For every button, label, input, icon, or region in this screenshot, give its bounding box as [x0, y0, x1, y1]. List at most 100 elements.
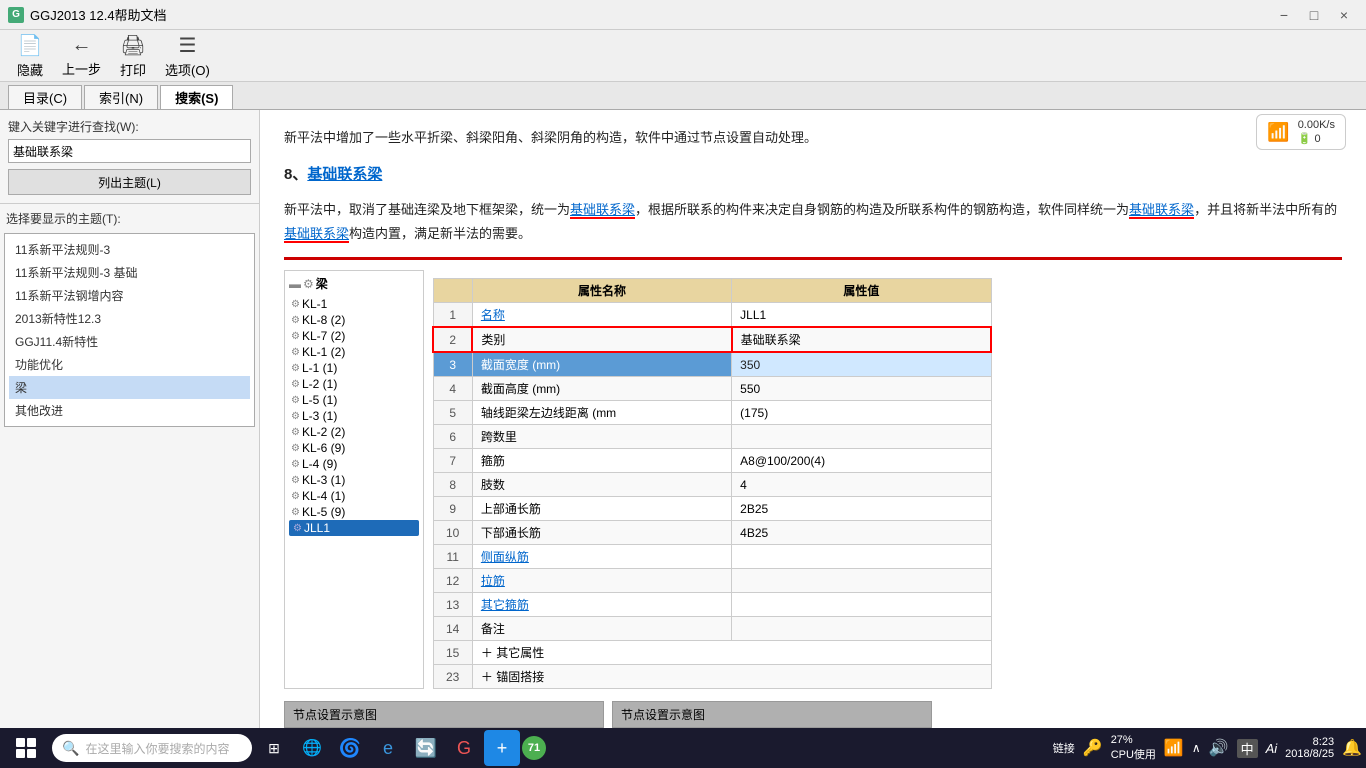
row-num-15: 15 — [433, 641, 472, 665]
title-bar: G GGJ2013 12.4帮助文档 − □ × — [0, 0, 1366, 30]
table-row-highlighted: 3 截面宽度 (mm) 350 — [433, 352, 991, 377]
beam-node-kl7[interactable]: ⚙ KL-7 (2) — [289, 328, 419, 344]
search-circle-icon: 🔍 — [62, 740, 79, 757]
row-num-5: 5 — [433, 401, 472, 425]
app-icon-4[interactable]: G — [446, 730, 482, 766]
beam-node-l4[interactable]: ⚙ L-4 (9) — [289, 456, 419, 472]
gear-icon-12: ⚙ — [291, 491, 300, 502]
topic-item-7[interactable]: 其他改进 — [9, 399, 250, 422]
row-num-6: 6 — [433, 425, 472, 449]
beam-node-jll1[interactable]: ⚙ JLL1 — [289, 520, 419, 536]
search-input[interactable] — [8, 139, 251, 163]
beam-tree-header: ▬ ⚙ 梁 — [289, 275, 419, 292]
taskbar-search[interactable]: 🔍 在这里输入你要搜索的内容 — [52, 734, 252, 762]
volume-icon[interactable]: 🔊 — [1209, 738, 1229, 758]
app-icon-3[interactable]: 🔄 — [408, 730, 444, 766]
close-button[interactable]: × — [1330, 5, 1358, 25]
table-row-expand2[interactable]: 23 ＋ 锚固搭接 — [433, 665, 991, 689]
table-row: 12 拉筋 — [433, 569, 991, 593]
prop-name-12[interactable]: 拉筋 — [472, 569, 731, 593]
link2[interactable]: 基础联系梁 — [1129, 202, 1194, 219]
topic-list: 11系新平法规则-3 11系新平法规则-3 基础 11系新平法钢增内容 2013… — [4, 233, 255, 427]
prop-value-2: 基础联系梁 — [732, 327, 991, 352]
toolbar-back-label: 上一步 — [62, 59, 101, 78]
toolbar-hide[interactable]: 📄 隐藏 — [8, 29, 52, 83]
content-area: 新平法中增加了一些水平折梁、斜梁阳角、斜梁阴角的构造，软件中通过节点设置自动处理… — [260, 110, 1366, 768]
gear-icon-5: ⚙ — [291, 379, 300, 390]
taskview-button[interactable]: ⊞ — [256, 730, 292, 766]
taskbar: 🔍 在这里输入你要搜索的内容 ⊞ 🌐 🌀 e 🔄 G + 71 链接 🔑 27%… — [0, 728, 1366, 768]
prop-name-1[interactable]: 名称 — [472, 303, 731, 328]
beam-node-l3[interactable]: ⚙ L-3 (1) — [289, 408, 419, 424]
left-panel: 键入关键字进行查找(W): 列出主题(L) 选择要显示的主题(T): 11系新平… — [0, 110, 260, 768]
topic-item-5[interactable]: 功能优化 — [9, 353, 250, 376]
beam-node-kl6[interactable]: ⚙ KL-6 (9) — [289, 440, 419, 456]
app-icon-5[interactable]: + — [484, 730, 520, 766]
app-icon-2[interactable]: e — [370, 730, 406, 766]
table-row: 8 肢数 4 — [433, 473, 991, 497]
gear-icon-7: ⚙ — [291, 411, 300, 422]
badge-71: 71 — [522, 736, 546, 760]
para2-text: ，根据所联系的构件来决定自身钢筋的构造及所联系构件的钢筋构造，软件同样统一为 — [635, 202, 1129, 217]
beam-node-l1[interactable]: ⚙ L-1 (1) — [289, 360, 419, 376]
input-method-label[interactable]: 中 — [1237, 739, 1258, 758]
row-num-3: 3 — [433, 352, 472, 377]
prop-name-10: 下部通长筋 — [472, 521, 731, 545]
beam-node-kl5[interactable]: ⚙ KL-5 (9) — [289, 504, 419, 520]
beam-node-l5[interactable]: ⚙ L-5 (1) — [289, 392, 419, 408]
prop-value-4: 550 — [732, 377, 991, 401]
maximize-button[interactable]: □ — [1300, 5, 1328, 25]
toolbar-back[interactable]: ← 上一步 — [54, 30, 109, 82]
beam-node-kl4[interactable]: ⚙ KL-4 (1) — [289, 488, 419, 504]
prop-value-1: JLL1 — [732, 303, 991, 328]
beam-node-kl1[interactable]: ⚙ KL-1 — [289, 296, 419, 312]
table-row: 1 名称 JLL1 — [433, 303, 991, 328]
gear-icon-6: ⚙ — [291, 395, 300, 406]
topic-item-3[interactable]: 2013新特性12.3 — [9, 307, 250, 330]
link3[interactable]: 基础联系梁 — [284, 226, 349, 243]
node-label-8: KL-2 (2) — [302, 425, 345, 439]
topic-item-2[interactable]: 11系新平法钢增内容 — [9, 284, 250, 307]
tab-search[interactable]: 搜索(S) — [160, 85, 233, 109]
notification-icon[interactable]: 🔔 — [1342, 738, 1362, 758]
section-heading: 8、基础联系梁 — [284, 161, 1342, 188]
node-label-2: KL-7 (2) — [302, 329, 345, 343]
beam-node-kl8[interactable]: ⚙ KL-8 (2) — [289, 312, 419, 328]
topic-item-0[interactable]: 11系新平法规则-3 — [9, 238, 250, 261]
row-num-23: 23 — [433, 665, 472, 689]
beam-node-kl3[interactable]: ⚙ KL-3 (1) — [289, 472, 419, 488]
tab-index[interactable]: 索引(N) — [84, 85, 158, 109]
minimize-button[interactable]: − — [1270, 5, 1298, 25]
link1[interactable]: 基础联系梁 — [570, 202, 635, 219]
beam-node-l2[interactable]: ⚙ L-2 (1) — [289, 376, 419, 392]
tab-contents[interactable]: 目录(C) — [8, 85, 82, 109]
tree-section: 选择要显示的主题(T): 11系新平法规则-3 11系新平法规则-3 基础 11… — [0, 204, 259, 726]
toolbar-print[interactable]: 🖨 打印 — [111, 29, 155, 83]
title-bar-left: G GGJ2013 12.4帮助文档 — [8, 5, 167, 24]
beam-node-kl2[interactable]: ⚙ KL-2 (2) — [289, 424, 419, 440]
start-button[interactable] — [4, 730, 48, 766]
beam-node-kl1b[interactable]: ⚙ KL-1 (2) — [289, 344, 419, 360]
topic-item-1[interactable]: 11系新平法规则-3 基础 — [9, 261, 250, 284]
wifi-icon: 📶 — [1267, 122, 1289, 143]
app-icon-1[interactable]: 🌀 — [332, 730, 368, 766]
taskbar-icons: ⊞ 🌐 🌀 e 🔄 G + 71 — [256, 730, 546, 766]
topic-item-4[interactable]: GGJ11.4新特性 — [9, 330, 250, 353]
list-topics-button[interactable]: 列出主题(L) — [8, 169, 251, 195]
toolbar-options[interactable]: ☰ 选项(O) — [157, 29, 218, 83]
taskbar-clock[interactable]: 8:23 2018/8/25 — [1285, 736, 1334, 760]
node-label-5: L-2 (1) — [302, 377, 337, 391]
prop-value-13 — [732, 593, 991, 617]
topic-item-6[interactable]: 梁 — [9, 376, 250, 399]
table-row-expand1[interactable]: 15 ＋ 其它属性 — [433, 641, 991, 665]
wifi-taskbar-icon: 📶 — [1164, 738, 1184, 758]
prop-name-11[interactable]: 侧面纵筋 — [472, 545, 731, 569]
edge-button[interactable]: 🌐 — [294, 730, 330, 766]
para1-text: 新平法中，取消了基础连梁及地下框架梁，统一为 — [284, 202, 570, 217]
properties-table: 属性名称 属性值 1 名称 JLL1 2 类别 基础联系 — [432, 278, 992, 689]
chevron-icon[interactable]: ∧ — [1192, 741, 1201, 755]
filter-icon: ⚙ — [303, 277, 314, 291]
prop-name-3: 截面宽度 (mm) — [472, 352, 731, 377]
prop-name-13[interactable]: 其它箍筋 — [472, 593, 731, 617]
section-title-link[interactable]: 基础联系梁 — [307, 166, 382, 183]
